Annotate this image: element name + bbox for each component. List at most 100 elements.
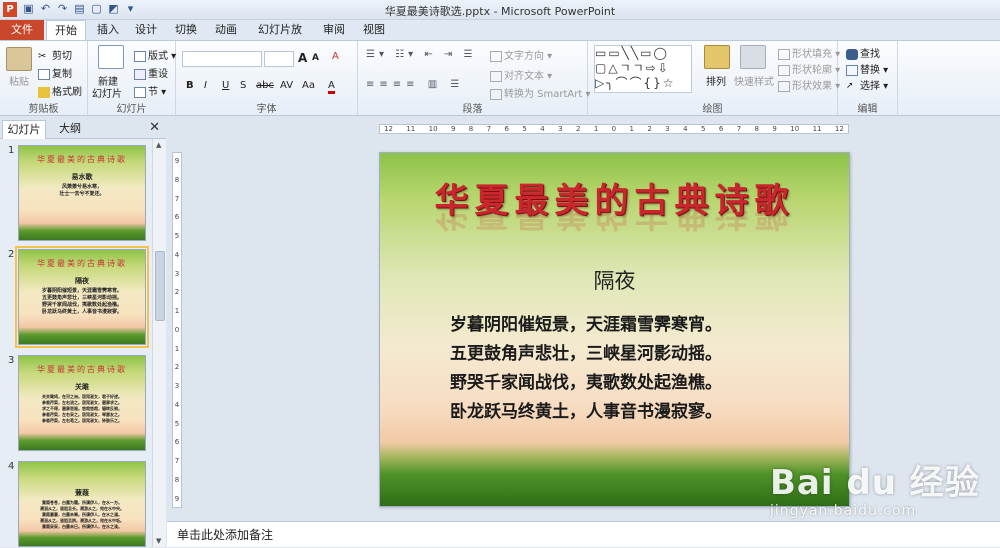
tab-home[interactable]: 开始 [46,20,86,40]
scrollbar-thumb[interactable] [155,251,165,321]
ruler-tick-label: 9 [772,125,777,133]
ruler-tick-label: 8 [468,125,474,133]
ruler-tick-label: 6 [174,213,180,222]
poem-title[interactable]: 隔夜 [380,265,849,295]
font-name-combo[interactable] [182,51,262,67]
scroll-down-icon[interactable]: ▼ [156,537,161,545]
shape-effects-button[interactable]: 形状效果 ▾ [778,77,840,92]
slide-thumbnail-4[interactable]: 蒹葭 蒹葭苍苍，白露为霜。所谓伊人，在水一方。 溯洄从之，道阻且长。溯游从之，宛… [18,461,146,547]
effects-icon [778,80,790,92]
thumbnail-scrollbar[interactable]: ▲ ▼ [152,139,166,547]
ruler-tick-label: 10 [790,125,800,133]
ruler-tick-label: 5 [174,232,180,241]
char-spacing-button[interactable]: AV [280,80,293,91]
align-text-button[interactable]: 对齐文本 ▾ [490,67,552,82]
shrink-font-button[interactable]: A [312,53,319,63]
poem-line: 野哭千家闻战伐，夷歌数处起渔樵。 [450,373,722,393]
align-buttons[interactable]: ≡≡≡≡ ▥ ☰ [366,79,464,90]
ruler-tick-label: 1 [593,125,599,133]
slide-thumbnail-1[interactable]: 华夏最美的古典诗歌 易水歌 风萧萧兮易水寒， 壮士一去兮不复还。 [18,145,146,241]
reset-button[interactable]: 重设 [134,65,168,80]
strikethrough-button[interactable]: abc [256,80,274,91]
poem-line: 卧龙跃马终黄土，人事音书漫寂寥。 [450,402,722,422]
layout-icon [134,50,146,62]
tab-animations[interactable]: 动画 [212,20,240,40]
thumb-lines: 岁暮阴阳催短景，天涯霜雪霁寒宵。 五更鼓角声悲壮，三峡星河影动摇。 野哭千家闻战… [41,288,122,315]
shadow-button[interactable]: S [240,80,246,91]
bold-button[interactable]: B [186,80,194,91]
select-button[interactable]: ➚ 选择 ▾ [846,77,888,93]
copy-button[interactable]: 复制 [38,65,72,80]
arrange-button[interactable]: 排列 [706,73,726,88]
section-button[interactable]: 节 ▾ [134,83,166,98]
layout-button[interactable]: 版式 ▾ [134,47,176,62]
find-button[interactable]: 查找 [846,45,880,60]
slide-thumbnail-3[interactable]: 华夏最美的古典诗歌 关雎 关关雎鸠，在河之洲。窈窕淑女，君子好逑。 参差荇菜，左… [18,355,146,451]
paste-icon[interactable] [6,47,32,71]
arrange-icon[interactable] [704,45,730,69]
paste-button[interactable]: 粘贴 [9,73,29,88]
ruler-labels: 12 11 10 9 8 7 6 5 4 3 2 1 0 1 2 3 4 5 6 7 8 9 10 11 12 [380,125,848,133]
close-icon[interactable]: ✕ [149,120,160,135]
text-direction-button[interactable]: 文字方向 ▾ [490,47,552,62]
replace-button[interactable]: 替换 ▾ [846,61,888,76]
paragraph-label: 段落 [462,104,483,115]
ruler-tick-label: 2 [647,125,652,133]
ruler-tick-label: 11 [812,125,822,133]
slide-thumbnail-2[interactable]: 华夏最美的古典诗歌 隔夜 岁暮阴阳催短景，天涯霜雪霁寒宵。 五更鼓角声悲壮，三峡… [15,246,149,348]
tab-outline-pane[interactable]: 大纲 [50,121,90,137]
new-slide-icon[interactable] [98,45,124,69]
shapes-gallery[interactable]: ▭▭╲╲▭◯ ▢△ㄱㄱ⇨⇩ ▷╮⌒⌒{}☆ [594,45,692,93]
format-painter-button[interactable]: 格式刷 [38,83,82,98]
paragraph-group: ☰▾ ☷▾ ⇤ ⇥ ☰ ≡≡≡≡ ▥ ☰ 文字方向 ▾ 对齐文本 ▾ 转换为 S… [358,41,591,117]
font-size-combo[interactable] [264,51,294,67]
horizontal-ruler[interactable]: 12 11 10 9 8 7 6 5 4 3 2 1 0 1 2 3 4 5 6 7 8 9 10 11 12 [379,124,849,134]
poem-line: 岁暮阴阳催短景，天涯霜雪霁寒宵。 [450,315,722,335]
ruler-tick-label: 5 [174,419,180,428]
thumb-lines: 关关雎鸠，在河之洲。窈窕淑女，君子好逑。 参差荇菜，左右流之。窈窕淑女，寤寐求之… [42,394,122,423]
ruler-tick-label: 4 [540,125,545,133]
quick-styles-icon[interactable] [740,45,766,69]
ruler-tick-label: 0 [611,125,617,133]
outline-icon [778,64,790,76]
ruler-tick-label: 1 [174,307,180,316]
cut-button[interactable]: ✂ 剪切 [38,47,72,63]
font-color-button[interactable]: A [328,80,335,94]
tab-file[interactable]: 文件 [0,20,44,40]
change-case-button[interactable]: Aa [302,80,315,91]
fill-icon [778,48,790,60]
scroll-up-icon[interactable]: ▲ [156,141,161,149]
smartart-button[interactable]: 转换为 SmartArt ▾ [490,85,591,100]
new-slide-label-2[interactable]: 幻灯片 [92,85,122,100]
tab-transitions[interactable]: 切换 [172,20,200,40]
tab-review[interactable]: 审阅 [320,20,348,40]
clipboard-label: 剪贴板 [28,104,59,115]
tab-design[interactable]: 设计 [132,20,160,40]
list-buttons[interactable]: ☰▾ ☷▾ ⇤ ⇥ ☰ [366,49,476,60]
tab-view[interactable]: 视图 [360,20,388,40]
ruler-tick-label: 0 [174,325,180,334]
tab-insert[interactable]: 插入 [94,20,122,40]
italic-button[interactable]: I [204,80,207,91]
shape-fill-button[interactable]: 形状填充 ▾ [778,45,840,60]
ruler-labels: 9 8 7 6 5 4 3 2 1 0 1 2 3 4 5 6 7 8 9 [173,153,181,507]
vertical-ruler[interactable]: 9 8 7 6 5 4 3 2 1 0 1 2 3 4 5 6 7 8 9 [172,152,182,508]
poem-line: 五更鼓角声悲壮，三峡星河影动摇。 [450,344,722,364]
replace-icon [846,64,858,76]
ruler-tick-label: 8 [754,125,760,133]
section-icon [134,86,146,98]
window-title: 华夏最美诗歌选.pptx - Microsoft PowerPoint [384,5,616,18]
tab-slideshow[interactable]: 幻灯片放映 [254,20,306,56]
current-slide[interactable]: 华夏最美的古典诗歌 华夏最美的古典诗歌 隔夜 岁暮阴阳催短景，天涯霜雪霁寒宵。 … [379,152,850,507]
grow-font-button[interactable]: A [298,51,307,65]
quick-styles-button[interactable]: 快速样式 [734,73,774,88]
ruler-tick-label: 6 [718,125,724,133]
ruler-tick-label: 5 [522,125,527,133]
ruler-tick-label: 7 [486,125,492,133]
slide-title-reflection: 华夏最美的古典诗歌 [434,211,795,233]
underline-button[interactable]: U [222,80,229,91]
poem-body[interactable]: 岁暮阴阳催短景，天涯霜雪霁寒宵。 五更鼓角声悲壮，三峡星河影动摇。 野哭千家闻战… [450,311,849,427]
shape-outline-button[interactable]: 形状轮廓 ▾ [778,61,840,76]
tab-slides-pane[interactable]: 幻灯片 [2,120,46,139]
clear-format-button[interactable]: A [332,51,339,62]
